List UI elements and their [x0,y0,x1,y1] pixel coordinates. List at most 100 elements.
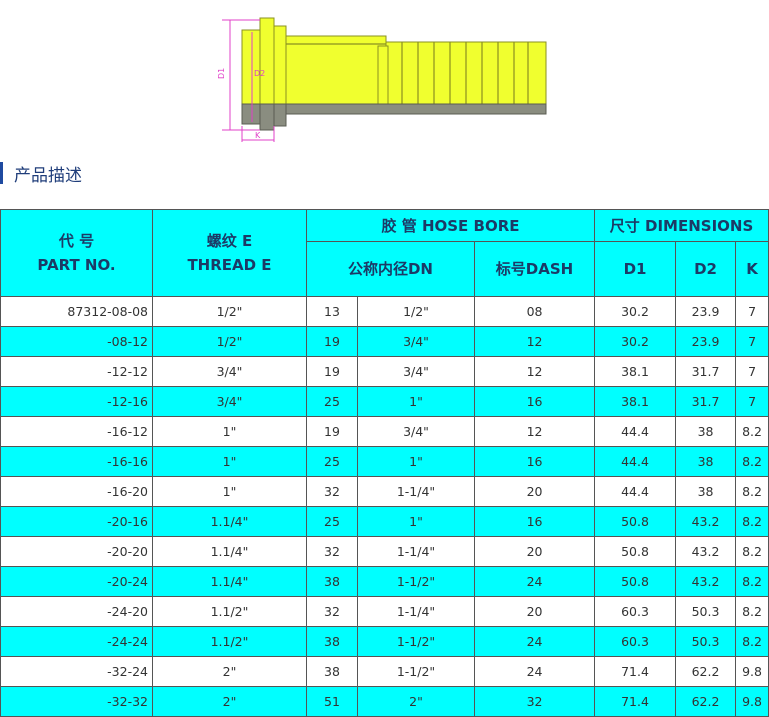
k-label: K [255,131,261,140]
table-row: -20-20 1.1/4" 32 1-1/4" 20 50.8 43.2 8.2 [0,536,769,567]
cell-dash: 16 [473,506,596,537]
cell-dash: 20 [473,596,596,627]
table-row: -08-12 1/2" 19 3/4" 12 30.2 23.9 7 [0,326,769,357]
cell-thread: 1" [152,446,307,477]
col-part-header: 代 号 PART NO. [0,209,153,297]
cell-dn-in: 1" [357,506,475,537]
cell-d1: 44.4 [594,416,677,447]
cell-dn-in: 1" [357,386,475,417]
cell-k: 8.2 [735,416,769,447]
hose-fitting-drawing: D1 D2 K [212,14,552,144]
cell-dn-in: 3/4" [357,416,475,447]
table-row: -12-16 3/4" 25 1" 16 38.1 31.7 7 [0,386,769,417]
thread-header-en: THREAD E [187,256,272,274]
d2-header: D2 [675,241,737,297]
cell-thread: 1" [152,416,307,447]
cell-thread: 1/2" [152,296,307,327]
cell-part: -12-16 [0,386,153,417]
cell-dash: 16 [473,386,596,417]
cell-part: -24-24 [0,626,153,657]
cell-d1: 71.4 [594,686,677,717]
cell-dn-mm: 19 [306,326,358,357]
cell-k: 8.2 [735,446,769,477]
thread-header-cn: 螺纹 E [206,232,253,250]
cell-dash: 24 [473,656,596,687]
cell-dn-mm: 32 [306,476,358,507]
cell-d1: 50.8 [594,506,677,537]
cell-k: 7 [735,296,769,327]
table-row: -20-24 1.1/4" 38 1-1/2" 24 50.8 43.2 8.2 [0,566,769,597]
spec-table: 代 号 PART NO. 螺纹 E THREAD E 胶 管 HOSE BORE… [0,209,769,717]
cell-d2: 43.2 [675,566,737,597]
table-row: -32-24 2" 38 1-1/2" 24 71.4 62.2 9.8 [0,656,769,687]
cell-d2: 38 [675,476,737,507]
col-thread-header: 螺纹 E THREAD E [152,209,307,297]
cell-dn-mm: 32 [306,596,358,627]
cell-k: 8.2 [735,476,769,507]
hose-bore-header: 胶 管 HOSE BORE [305,209,596,242]
cell-d2: 38 [675,416,737,447]
cell-part: -20-16 [0,506,153,537]
table-row: -32-32 2" 51 2" 32 71.4 62.2 9.8 [0,686,769,717]
part-header-en: PART NO. [37,256,116,274]
cell-dash: 16 [473,446,596,477]
cell-part: -16-12 [0,416,153,447]
cell-part: 87312-08-08 [0,296,153,327]
cell-dn-in: 3/4" [357,326,475,357]
cell-k: 8.2 [735,596,769,627]
heading-accent-bar [0,162,3,184]
dimensions-header: 尺寸 DIMENSIONS [594,209,769,242]
cell-thread: 1.1/2" [152,626,307,657]
cell-k: 7 [735,326,769,357]
cell-dn-mm: 38 [306,656,358,687]
cell-dash: 12 [473,326,596,357]
cell-dn-in: 3/4" [357,356,475,387]
cell-thread: 1/2" [152,326,307,357]
cell-dn-mm: 25 [306,386,358,417]
cell-d2: 43.2 [675,536,737,567]
cell-part: -20-24 [0,566,153,597]
table-row: -12-12 3/4" 19 3/4" 12 38.1 31.7 7 [0,356,769,387]
table-row: 87312-08-08 1/2" 13 1/2" 08 30.2 23.9 7 [0,296,769,327]
cell-dn-mm: 13 [306,296,358,327]
table-row: -16-20 1" 32 1-1/4" 20 44.4 38 8.2 [0,476,769,507]
cell-d2: 50.3 [675,626,737,657]
cell-d1: 50.8 [594,566,677,597]
k-header: K [735,241,769,297]
cell-part: -32-24 [0,656,153,687]
cell-dn-mm: 19 [306,356,358,387]
cell-part: -12-12 [0,356,153,387]
cell-d2: 50.3 [675,596,737,627]
cell-dn-in: 1-1/4" [357,476,475,507]
cell-d2: 23.9 [675,296,737,327]
cell-dn-in: 1-1/2" [357,656,475,687]
cell-k: 9.8 [735,686,769,717]
cell-k: 7 [735,386,769,417]
cell-d1: 30.2 [594,326,677,357]
cell-dn-mm: 51 [306,686,358,717]
cell-k: 7 [735,356,769,387]
cell-thread: 1.1/4" [152,506,307,537]
cell-part: -24-20 [0,596,153,627]
cell-dn-mm: 32 [306,536,358,567]
cell-thread: 2" [152,656,307,687]
table-row: -16-12 1" 19 3/4" 12 44.4 38 8.2 [0,416,769,447]
cell-d2: 31.7 [675,356,737,387]
section-heading: 产品描述 [0,160,82,186]
dn-header: 公称内径DN [306,241,475,297]
cell-d2: 31.7 [675,386,737,417]
cell-dash: 12 [473,356,596,387]
cell-d1: 71.4 [594,656,677,687]
cell-dn-in: 1-1/2" [357,626,475,657]
cell-thread: 2" [152,686,307,717]
cell-dn-in: 1-1/4" [357,596,475,627]
cell-k: 8.2 [735,506,769,537]
cell-d2: 38 [675,446,737,477]
cell-dn-mm: 25 [306,446,358,477]
cell-d2: 62.2 [675,656,737,687]
cell-dn-mm: 38 [306,566,358,597]
d1-label: D1 [217,68,226,79]
section-title: 产品描述 [14,165,82,186]
cell-thread: 1" [152,476,307,507]
cell-d1: 60.3 [594,626,677,657]
